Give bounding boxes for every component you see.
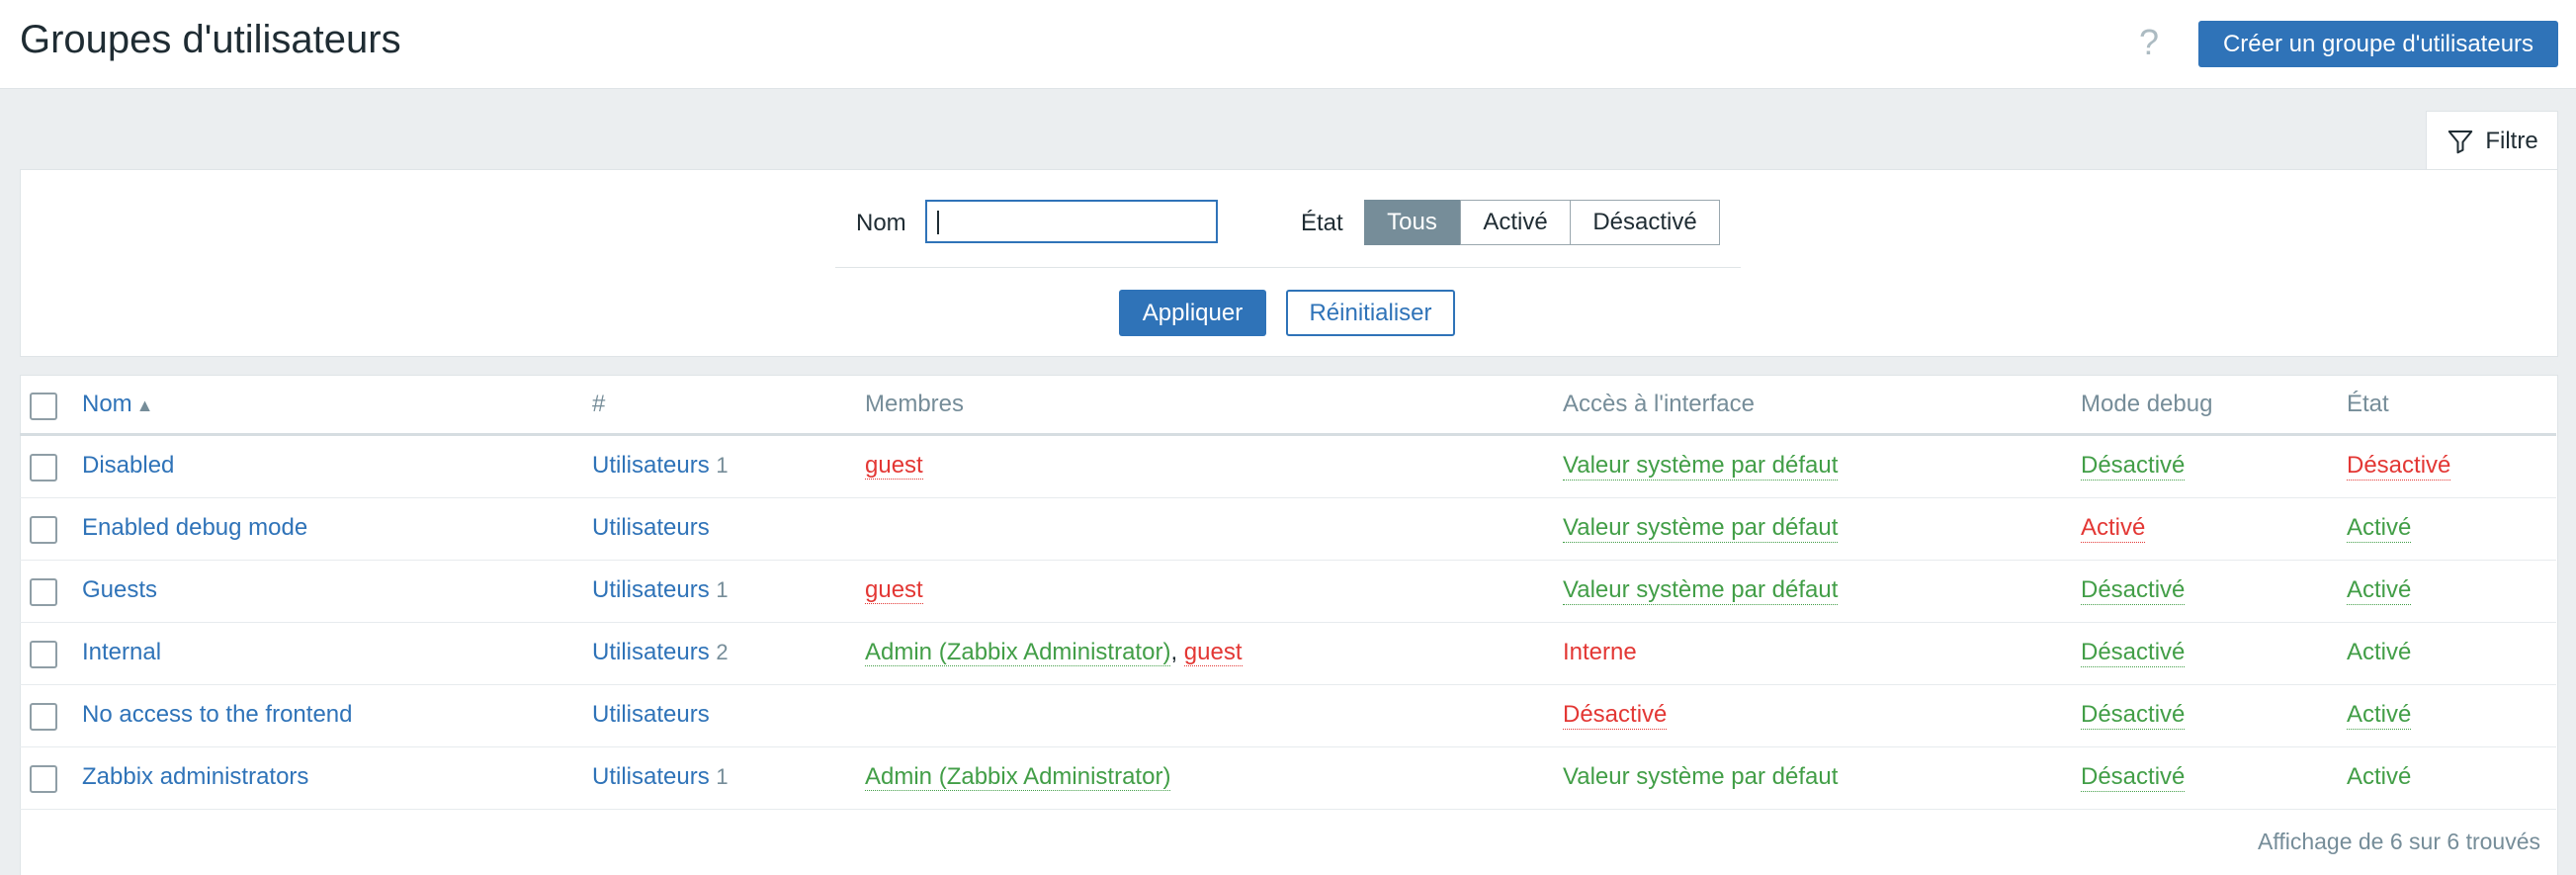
name-filter-input[interactable] [925, 200, 1218, 243]
column-header-frontend-access: Accès à l'interface [1563, 391, 1756, 417]
users-cell: Utilisateurs [592, 701, 710, 729]
row-checkbox[interactable] [30, 641, 57, 668]
page-header: Groupes d'utilisateurs ? Créer un groupe… [0, 0, 2576, 89]
users-count: 2 [716, 640, 729, 664]
debug-mode-toggle[interactable]: Désactivé [2081, 576, 2186, 605]
users-link[interactable]: Utilisateurs [592, 514, 710, 541]
users-link[interactable]: Utilisateurs [592, 701, 710, 728]
results-summary: Affichage de 6 sur 6 trouvés [2258, 829, 2540, 854]
state-toggle[interactable]: Activé [2347, 701, 2412, 730]
state-value: Activé [2347, 639, 2412, 665]
users-count: 1 [716, 764, 729, 789]
users-count: 1 [716, 577, 729, 602]
sort-asc-icon: ▲ [135, 395, 154, 415]
table-row: Disabled Utilisateurs 1 guest Valeur sys… [20, 436, 2556, 498]
apply-button[interactable]: Appliquer [1119, 290, 1266, 336]
column-header-members: Membres [865, 391, 965, 417]
member-link[interactable]: Admin (Zabbix Administrator) [865, 763, 1171, 791]
frontend-access-toggle[interactable]: Valeur système par défaut [1563, 514, 1839, 543]
users-cell: Utilisateurs 1 [592, 576, 729, 604]
table-row: Internal Utilisateurs 2 Admin (Zabbix Ad… [20, 623, 2556, 685]
state-filter-label: État [1301, 210, 1343, 236]
users-link[interactable]: Utilisateurs [592, 763, 710, 790]
group-name-link[interactable]: Disabled [82, 452, 174, 480]
state-option-enabled[interactable]: Activé [1460, 200, 1571, 245]
users-link[interactable]: Utilisateurs [592, 639, 710, 665]
members-cell: Admin (Zabbix Administrator), guest [865, 639, 1243, 666]
row-checkbox[interactable] [30, 703, 57, 731]
frontend-access-toggle[interactable]: Valeur système par défaut [1563, 452, 1839, 481]
group-name-link[interactable]: Zabbix administrators [82, 763, 308, 791]
state-toggle[interactable]: Activé [2347, 576, 2412, 605]
create-user-group-button[interactable]: Créer un groupe d'utilisateurs [2198, 21, 2558, 67]
member-link[interactable]: guest [1183, 639, 1243, 666]
table-row: Enabled debug mode Utilisateurs Valeur s… [20, 498, 2556, 561]
filter-divider [835, 267, 1741, 268]
debug-mode-toggle[interactable]: Activé [2081, 514, 2146, 543]
filter-tab-label: Filtre [2485, 128, 2538, 154]
users-link[interactable]: Utilisateurs [592, 576, 710, 603]
debug-mode-toggle[interactable]: Désactivé [2081, 452, 2186, 481]
row-checkbox[interactable] [30, 765, 57, 793]
group-name-link[interactable]: Internal [82, 639, 161, 666]
members-cell: guest [865, 576, 923, 604]
column-header-state: État [2347, 391, 2389, 417]
member-link[interactable]: guest [865, 452, 923, 480]
members-cell: guest [865, 452, 923, 480]
row-checkbox[interactable] [30, 578, 57, 606]
group-name-link[interactable]: No access to the frontend [82, 701, 353, 729]
page-title: Groupes d'utilisateurs [20, 18, 401, 61]
group-name-link[interactable]: Enabled debug mode [82, 514, 307, 542]
table-row: Zabbix administrators Utilisateurs 1 Adm… [20, 747, 2556, 810]
select-all-checkbox[interactable] [30, 393, 57, 420]
help-icon[interactable]: ? [2139, 22, 2159, 63]
group-name-link[interactable]: Guests [82, 576, 157, 604]
table-row: Guests Utilisateurs 1 guest Valeur systè… [20, 561, 2556, 623]
state-value: Activé [2347, 763, 2412, 790]
column-header-debug-mode: Mode debug [2081, 391, 2213, 417]
frontend-access-value: Valeur système par défaut [1563, 763, 1839, 790]
column-header-count: # [592, 391, 606, 417]
column-header-name[interactable]: Nom ▲ [82, 391, 154, 418]
users-count: 1 [716, 453, 729, 478]
frontend-access-toggle[interactable]: Valeur système par défaut [1563, 576, 1839, 605]
users-link[interactable]: Utilisateurs [592, 452, 710, 479]
row-checkbox[interactable] [30, 516, 57, 544]
state-toggle[interactable]: Activé [2347, 514, 2412, 543]
member-link[interactable]: guest [865, 576, 923, 604]
state-option-disabled[interactable]: Désactivé [1570, 200, 1720, 245]
debug-mode-toggle[interactable]: Désactivé [2081, 763, 2186, 792]
reset-button[interactable]: Réinitialiser [1286, 290, 1455, 336]
state-toggle[interactable]: Désactivé [2347, 452, 2451, 481]
users-cell: Utilisateurs [592, 514, 710, 542]
debug-mode-toggle[interactable]: Désactivé [2081, 701, 2186, 730]
state-option-all[interactable]: Tous [1364, 200, 1460, 245]
filter-tab[interactable]: Filtre [2426, 111, 2558, 171]
users-cell: Utilisateurs 1 [592, 452, 729, 480]
frontend-access-toggle[interactable]: Désactivé [1563, 701, 1668, 730]
table-header: Nom ▲ # Membres Accès à l'interface Mode … [20, 375, 2556, 436]
text-cursor [937, 211, 939, 234]
name-filter-label: Nom [856, 210, 906, 236]
users-cell: Utilisateurs 1 [592, 763, 729, 791]
filter-icon [2448, 131, 2473, 154]
row-checkbox[interactable] [30, 454, 57, 481]
table-row: No access to the frontend Utilisateurs D… [20, 685, 2556, 747]
member-link[interactable]: Admin (Zabbix Administrator) [865, 639, 1171, 666]
users-cell: Utilisateurs 2 [592, 639, 729, 666]
members-cell: Admin (Zabbix Administrator) [865, 763, 1171, 791]
frontend-access-value: Interne [1563, 639, 1637, 665]
debug-mode-toggle[interactable]: Désactivé [2081, 639, 2186, 667]
